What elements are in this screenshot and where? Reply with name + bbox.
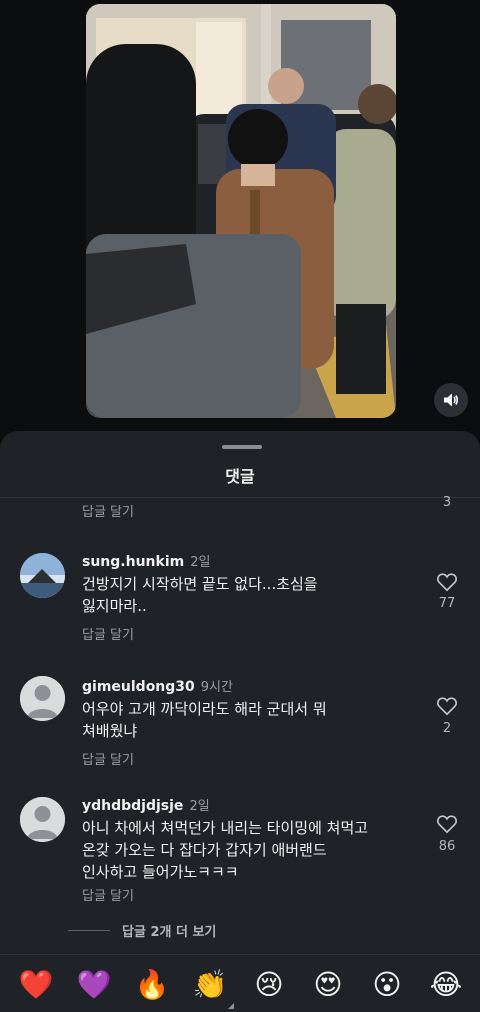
comment-line: 아니 차에서 쳐먹던가 내리는 타이밍에 쳐먹고 <box>82 819 369 837</box>
comment-line: 쳐배웠냐 <box>82 722 138 740</box>
video-frame <box>86 4 396 418</box>
username-text: gimeuldong30 <box>82 679 195 695</box>
heart-outline-icon[interactable] <box>436 696 458 716</box>
comment-username[interactable]: sung.hunkim 2일 <box>82 551 210 570</box>
speaker-icon <box>444 393 459 407</box>
reply-button[interactable]: 답글 달기 <box>82 885 134 904</box>
reaction-heart-eyes[interactable]: 😍 <box>310 969 346 1001</box>
comment-time: 2일 <box>190 555 211 570</box>
heart-outline-icon[interactable] <box>436 572 458 592</box>
more-replies-label: 답글 2개 더 보기 <box>122 925 217 940</box>
reaction-purple-heart[interactable]: 💜 <box>76 969 112 1001</box>
default-avatar-icon <box>20 676 65 721</box>
sheet-title: 댓글 <box>225 467 255 486</box>
reaction-laughing-face[interactable]: 😂 <box>428 969 464 1001</box>
like-count: 2 <box>442 721 452 736</box>
comments-sheet: 댓글 답글 달기 3 sung.hunkim 2일 건방지기 시작하면 끝도 없다… <box>0 431 480 1012</box>
comment-time: 9시간 <box>200 680 233 695</box>
comment-line: 잃지마라.. <box>82 597 147 615</box>
default-avatar-icon <box>20 797 65 842</box>
more-replies-line <box>68 930 110 931</box>
comment-text: 건방지기 시작하면 끝도 없다...초심을 잃지마라.. <box>82 573 412 617</box>
avatar[interactable] <box>20 553 65 598</box>
like-count: 86 <box>438 839 456 854</box>
reaction-clapping-hands[interactable]: 👏 <box>192 969 228 1001</box>
like-count: 77 <box>438 596 456 611</box>
reply-button[interactable]: 답글 달기 <box>82 749 134 768</box>
username-text: sung.hunkim <box>82 554 185 570</box>
skin-tone-indicator-icon <box>228 1003 234 1009</box>
username-text: ydhdbdjdjsje <box>82 798 184 814</box>
reaction-red-heart[interactable]: ❤️ <box>18 969 54 1001</box>
comment-text: 어우야 고개 까닥이라도 해라 군대서 뭐 쳐배웠냐 <box>82 698 412 742</box>
heart-outline-icon[interactable] <box>436 814 458 834</box>
reaction-bar: ❤️ 💜 🔥 👏 😢 😍 😮 😂 <box>0 955 480 1012</box>
comment-line: 온갖 가오는 다 잡다가 갑자기 애버랜드 <box>82 841 327 859</box>
view-more-replies-button[interactable]: 답글 2개 더 보기 <box>68 921 216 940</box>
reaction-surprised-face[interactable]: 😮 <box>369 969 405 1001</box>
reply-button[interactable]: 답글 달기 <box>82 624 134 643</box>
comment-line: 인사하고 들어가노ㅋㅋㅋ <box>82 863 239 881</box>
comment-line: 어우야 고개 까닥이라도 해라 군대서 뭐 <box>82 700 327 718</box>
mute-toggle-button[interactable] <box>434 383 468 417</box>
comment-time: 2일 <box>189 799 210 814</box>
comment-username[interactable]: gimeuldong30 9시간 <box>82 676 233 695</box>
header-divider <box>0 497 480 498</box>
comment-text: 아니 차에서 쳐먹던가 내리는 타이밍에 쳐먹고 온갖 가오는 다 잡다가 갑자… <box>82 817 412 883</box>
comment-username[interactable]: ydhdbdjdjsje 2일 <box>82 795 210 814</box>
video-player[interactable] <box>86 4 396 418</box>
avatar-image <box>20 553 65 598</box>
comment-line: 건방지기 시작하면 끝도 없다...초심을 <box>82 575 318 593</box>
reply-button[interactable]: 답글 달기 <box>82 501 134 520</box>
avatar[interactable] <box>20 797 65 842</box>
reaction-crying-face[interactable]: 😢 <box>251 969 287 1001</box>
reaction-fire[interactable]: 🔥 <box>134 969 170 1001</box>
drag-handle[interactable] <box>222 445 262 449</box>
like-count: 3 <box>442 495 452 510</box>
avatar[interactable] <box>20 676 65 721</box>
